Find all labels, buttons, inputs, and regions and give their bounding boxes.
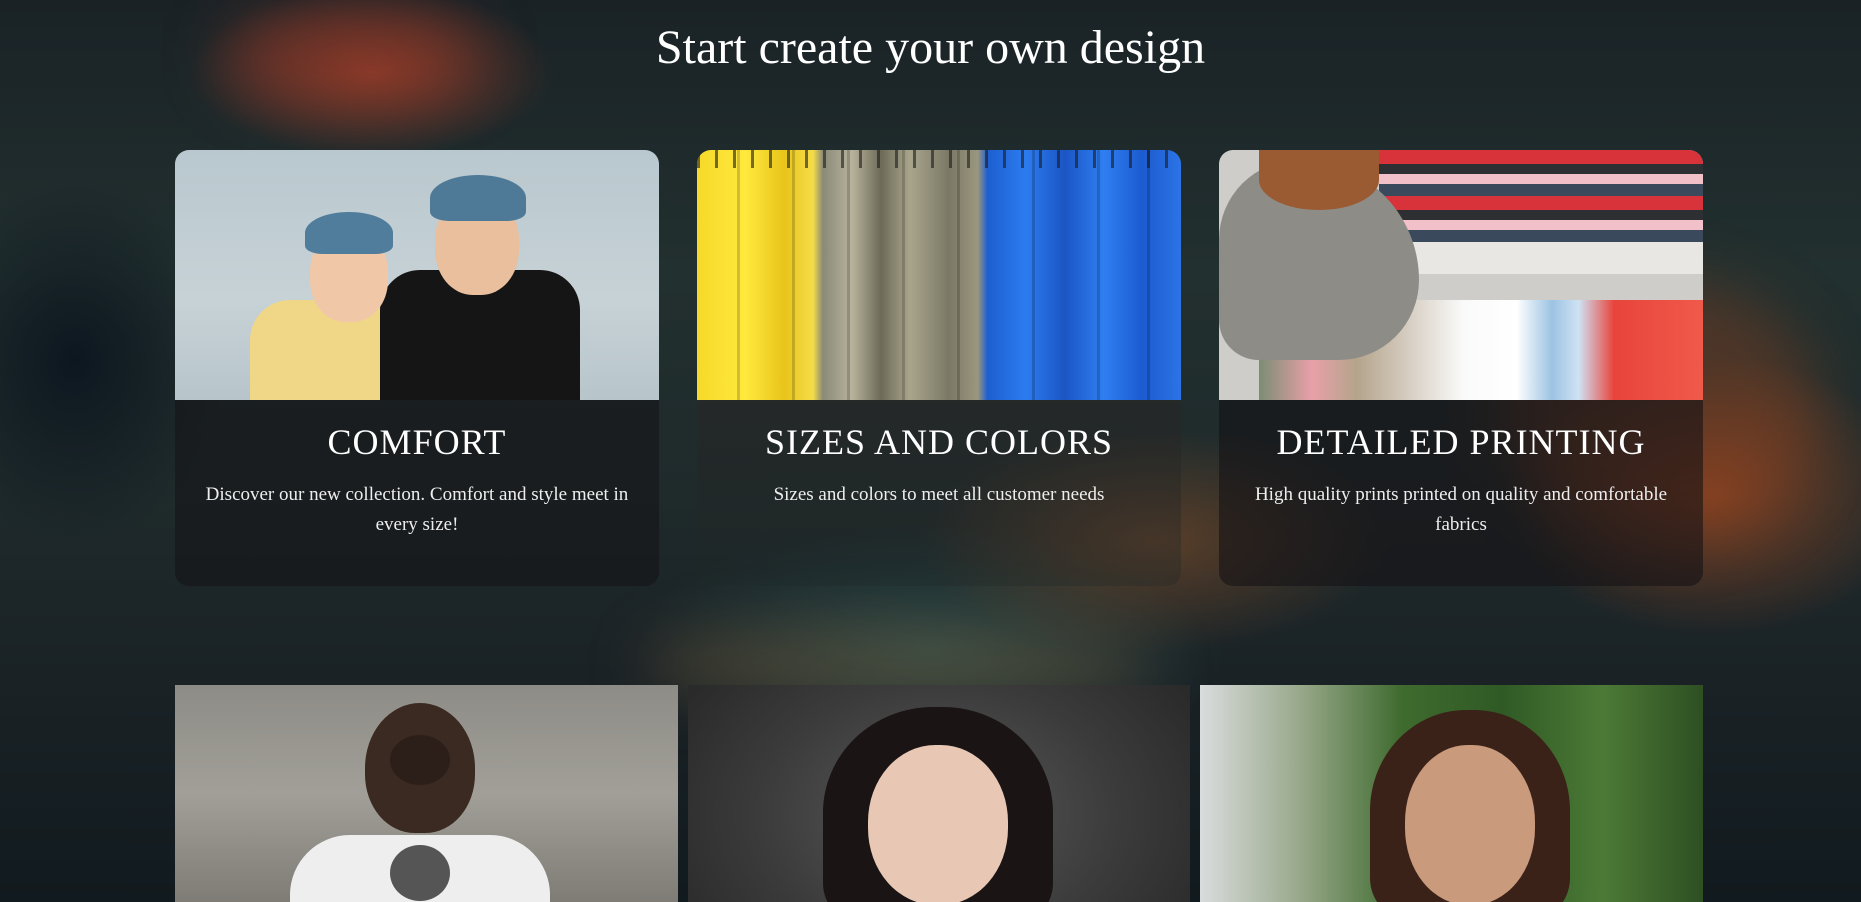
shirt-fold [847, 150, 850, 400]
shopper-hair [1259, 150, 1379, 210]
shirt-fold [902, 150, 905, 400]
feature-card-detailed-printing[interactable]: DETAILED PRINTING High quality prints pr… [1219, 150, 1703, 586]
woman-dark-hair-portrait-photo[interactable] [688, 685, 1190, 902]
denim-cap [430, 175, 526, 221]
card-description: Discover our new collection. Comfort and… [205, 484, 629, 535]
hair-bun [390, 735, 450, 785]
denim-cap [305, 212, 393, 254]
shirt-fold [737, 150, 740, 400]
hangers [697, 150, 1181, 168]
face [1405, 745, 1535, 902]
woman-back-printed-tee-photo[interactable] [175, 685, 678, 902]
shirt-fold [792, 150, 795, 400]
folded-shirts-stack [1379, 150, 1703, 242]
card-body: COMFORT Discover our new collection. Com… [175, 400, 659, 540]
page-title: Start create your own design [655, 21, 1206, 74]
card-title: COMFORT [327, 422, 507, 462]
shirt-fold [1147, 150, 1150, 400]
feature-card-comfort[interactable]: COMFORT Discover our new collection. Com… [175, 150, 659, 586]
card-body: SIZES AND COLORS Sizes and colors to mee… [697, 400, 1181, 510]
shirt-fold [1032, 150, 1035, 400]
card-title: DETAILED PRINTING [1276, 422, 1646, 462]
card-title: SIZES AND COLORS [764, 422, 1114, 462]
kids-in-caps-photo [175, 150, 659, 400]
shop-shelves-photo [1219, 150, 1703, 400]
tshirt-print [390, 845, 450, 901]
card-description: High quality prints printed on quality a… [1254, 484, 1668, 535]
face [868, 745, 1008, 902]
feature-card-sizes-colors[interactable]: SIZES AND COLORS Sizes and colors to mee… [697, 150, 1181, 586]
card-body: DETAILED PRINTING High quality prints pr… [1219, 400, 1703, 540]
shirt-fold [957, 150, 960, 400]
tshirt-rack-photo [697, 150, 1181, 400]
woman-garden-portrait-photo[interactable] [1200, 685, 1703, 902]
card-description: Sizes and colors to meet all customer ne… [773, 484, 1105, 505]
shirt-fold [1097, 150, 1100, 400]
